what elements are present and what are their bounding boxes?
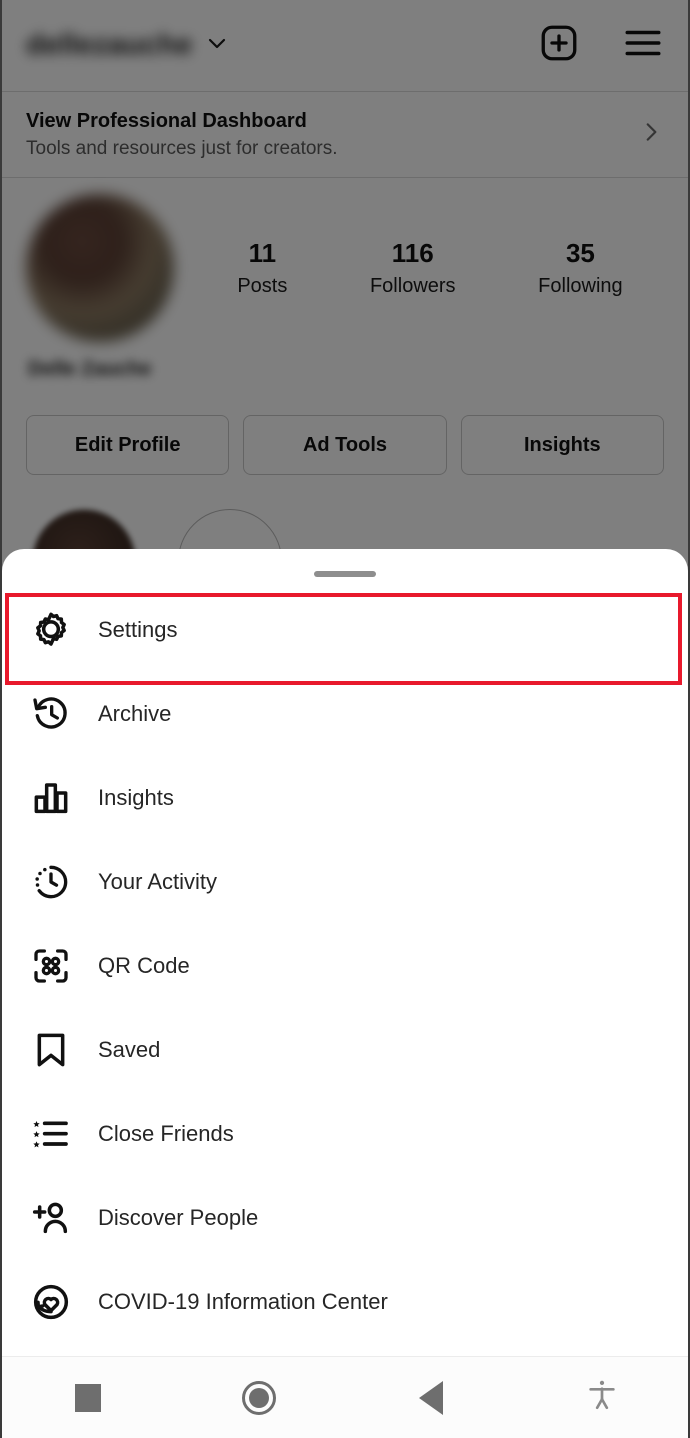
phone-screen: dellezauche View Professional Dashboard …	[0, 0, 690, 1438]
bookmark-icon	[30, 1029, 72, 1071]
menu-item-settings[interactable]: Settings	[2, 588, 688, 672]
menu-item-saved[interactable]: Saved	[2, 1008, 688, 1092]
menu-item-your-activity[interactable]: Your Activity	[2, 840, 688, 924]
menu-item-label: Settings	[98, 617, 178, 642]
qr-code-icon	[30, 945, 72, 987]
menu-item-label: Saved	[98, 1037, 161, 1062]
menu-item-label: COVID-19 Information Center	[98, 1289, 388, 1314]
menu-item-qr-code[interactable]: QR Code	[2, 924, 688, 1008]
menu-item-insights[interactable]: Insights	[2, 756, 688, 840]
nav-recents-button[interactable]	[2, 1383, 174, 1412]
gear-icon	[30, 609, 72, 651]
bottom-sheet-menu: Settings Archive Insights Your Activity …	[2, 549, 688, 1356]
drag-handle[interactable]	[314, 571, 376, 577]
accessibility-person-icon	[585, 1377, 619, 1418]
menu-item-label: Insights	[98, 785, 174, 810]
nav-home-button[interactable]	[174, 1380, 346, 1415]
menu-item-label: Discover People	[98, 1205, 259, 1230]
android-navigation-bar	[2, 1356, 688, 1438]
star-list-icon	[30, 1113, 72, 1155]
add-person-icon	[30, 1197, 72, 1239]
circle-icon	[242, 1380, 277, 1415]
nav-back-button[interactable]	[345, 1380, 517, 1415]
menu-list: Settings Archive Insights Your Activity …	[2, 588, 688, 1344]
menu-item-discover-people[interactable]: Discover People	[2, 1176, 688, 1260]
activity-clock-icon	[30, 861, 72, 903]
menu-item-label: Archive	[98, 701, 172, 726]
triangle-left-icon	[418, 1380, 443, 1415]
menu-item-covid-information-center[interactable]: COVID-19 Information Center	[2, 1260, 688, 1344]
menu-item-label: QR Code	[98, 953, 190, 978]
menu-item-label: Close Friends	[98, 1121, 234, 1146]
nav-accessibility-button[interactable]	[517, 1377, 689, 1418]
covid-heart-icon	[30, 1281, 72, 1323]
menu-item-label: Your Activity	[98, 869, 218, 894]
square-icon	[74, 1383, 101, 1412]
menu-item-close-friends[interactable]: Close Friends	[2, 1092, 688, 1176]
archive-clock-icon	[30, 693, 72, 735]
menu-item-archive[interactable]: Archive	[2, 672, 688, 756]
bar-chart-icon	[30, 777, 72, 819]
